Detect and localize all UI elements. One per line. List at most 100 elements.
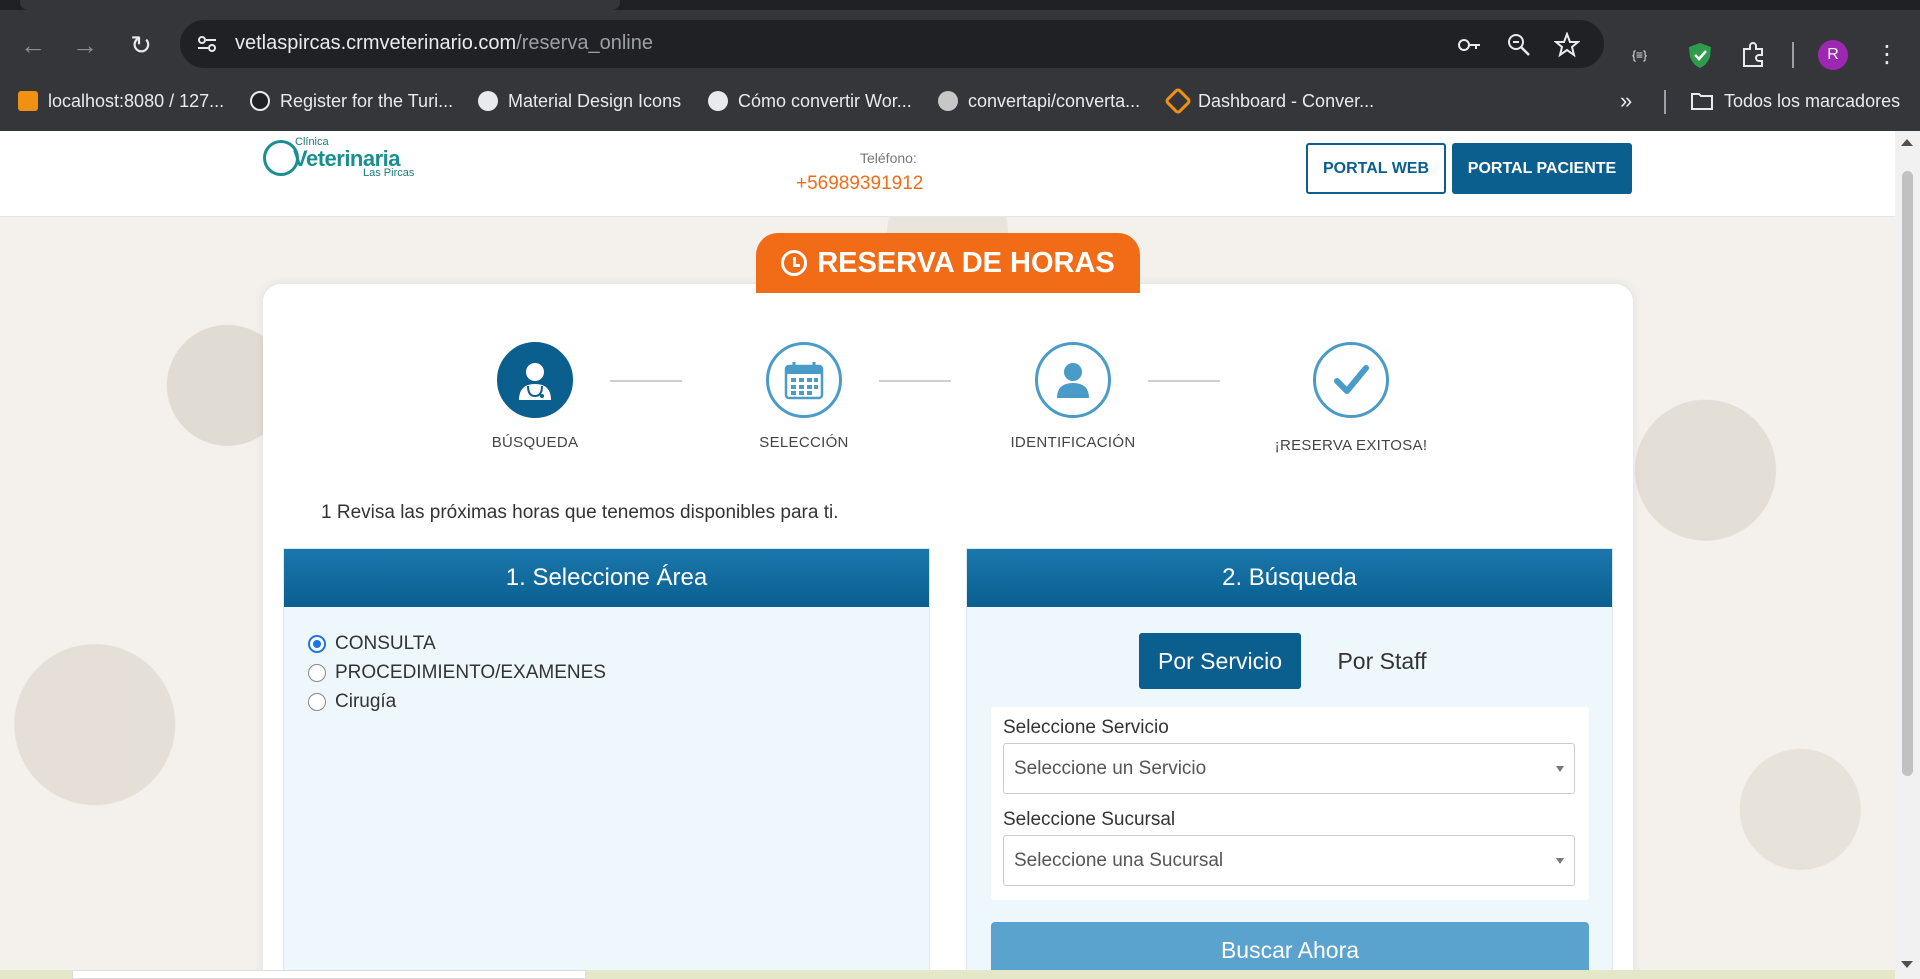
step-label: SELECCIÓN	[759, 434, 849, 451]
area-option-procedimiento[interactable]: PROCEDIMIENTO/EXAMENES	[308, 662, 606, 684]
area-option-consulta[interactable]: CONSULTA	[308, 633, 436, 655]
bookmark-label: Material Design Icons	[508, 90, 682, 111]
bookmarks-divider	[1664, 90, 1666, 114]
phone-number[interactable]: +56989391912	[796, 173, 923, 195]
zoom-icon[interactable]	[1506, 32, 1532, 58]
portal-paciente-button[interactable]: PORTAL PACIENTE	[1452, 143, 1632, 194]
user-icon	[1057, 363, 1089, 398]
bookmark-item[interactable]: Material Design Icons	[478, 84, 681, 118]
url-domain: vetlaspircas.crmveterinario.com	[235, 32, 517, 54]
page-scrollbar[interactable]	[1895, 131, 1920, 979]
bookmark-item[interactable]: localhost:8080 / 127...	[18, 84, 224, 118]
bookmark-label: Dashboard - Conver...	[1198, 90, 1375, 111]
bookmark-item[interactable]: Cómo convertir Wor...	[708, 84, 912, 118]
step-label: ¡RESERVA EXITOSA!	[1274, 437, 1428, 454]
site-header: Clínica Veterinaria Las Pircas Teléfono:…	[0, 131, 1895, 217]
folder-icon	[1691, 93, 1713, 110]
github-icon	[250, 91, 270, 111]
browser-toolbar: ← → ↻ vetlaspircas.crmveterinario.com/re…	[0, 10, 1920, 88]
url-path: /reserva_online	[516, 32, 653, 54]
bookmark-item[interactable]: Dashboard - Conver...	[1163, 84, 1375, 118]
step-connector	[1148, 380, 1220, 382]
forward-icon[interactable]: →	[70, 30, 100, 60]
tab-por-staff[interactable]: Por Staff	[1312, 633, 1452, 689]
phpmyadmin-icon	[18, 91, 38, 111]
portal-web-button[interactable]: PORTAL WEB	[1306, 143, 1446, 194]
profile-avatar[interactable]: R	[1818, 40, 1848, 70]
step-label: BÚSQUEDA	[491, 434, 579, 451]
convertapi-icon	[938, 91, 958, 111]
step-identificacion: IDENTIFICACIÓN	[973, 342, 1173, 451]
bookmark-label: convertapi/converta...	[968, 90, 1141, 111]
progress-steps: BÚSQUEDA SELECCIÓN IDENTIFICACIÓN ¡RESER…	[263, 284, 1633, 474]
site-info-icon[interactable]	[196, 33, 218, 55]
step-reserva-exitosa: ¡RESERVA EXITOSA!	[1251, 342, 1451, 454]
radio-label: CONSULTA	[335, 633, 436, 654]
logo-sub-text: Las Pircas	[363, 167, 415, 179]
toolbar-divider	[1792, 42, 1794, 68]
radio-button[interactable]	[308, 635, 326, 653]
search-panel: 2. Búsqueda Por Servicio Por Staff Selec…	[966, 548, 1613, 979]
search-form: Seleccione Servicio Seleccione un Servic…	[991, 707, 1589, 900]
scroll-thumb[interactable]	[1902, 171, 1913, 776]
step-circle	[1313, 342, 1389, 418]
step-circle	[497, 342, 573, 418]
extensions-puzzle-icon[interactable]	[1738, 40, 1768, 70]
bookmark-label: localhost:8080 / 127...	[48, 90, 225, 111]
bottom-popup-edge	[72, 970, 586, 979]
radio-button[interactable]	[308, 693, 326, 711]
bookmark-item[interactable]: convertapi/converta...	[938, 84, 1140, 118]
branch-label: Seleccione Sucursal	[1003, 809, 1176, 830]
radio-button[interactable]	[308, 664, 326, 682]
extension-shield-icon[interactable]	[1685, 40, 1715, 70]
browser-chrome: ← → ↻ vetlaspircas.crmveterinario.com/re…	[0, 0, 1920, 131]
globe-icon	[478, 91, 498, 111]
bookmark-star-icon[interactable]	[1554, 32, 1580, 58]
back-icon[interactable]: ←	[18, 30, 48, 60]
area-option-cirugia[interactable]: Cirugía	[308, 691, 396, 713]
branch-select[interactable]: Seleccione una Sucursal	[1003, 835, 1575, 886]
all-bookmarks-button[interactable]: Todos los marcadores	[1690, 84, 1900, 118]
search-panel-title: 2. Búsqueda	[967, 549, 1612, 607]
active-tab[interactable]	[20, 0, 620, 10]
step-label: IDENTIFICACIÓN	[1010, 434, 1136, 451]
all-bookmarks-label: Todos los marcadores	[1724, 90, 1901, 111]
intro-text: 1 Revisa las próximas horas que tenemos …	[321, 502, 839, 523]
doctor-icon	[519, 363, 551, 400]
reload-icon[interactable]: ↻	[126, 30, 156, 60]
dashboard-icon	[1163, 86, 1193, 116]
page-viewport: Clínica Veterinaria Las Pircas Teléfono:…	[0, 131, 1895, 979]
step-seleccion: SELECCIÓN	[704, 342, 904, 451]
extension-json-icon[interactable]: {≡}	[1632, 40, 1662, 70]
bookmark-label: Cómo convertir Wor...	[738, 90, 912, 111]
scroll-down-icon[interactable]	[1901, 961, 1913, 968]
bookmarks-bar: localhost:8080 / 127... Register for the…	[0, 84, 1920, 128]
scroll-up-icon[interactable]	[1901, 139, 1913, 146]
radio-label: Cirugía	[335, 691, 397, 712]
clock-icon	[781, 250, 808, 276]
globe-icon	[708, 91, 728, 111]
page-title-badge: RESERVA DE HORAS	[756, 233, 1140, 293]
password-key-icon[interactable]	[1456, 32, 1482, 58]
checkmark-icon	[1334, 365, 1369, 394]
area-panel-title: 1. Seleccione Área	[284, 549, 929, 607]
more-bookmarks-icon[interactable]: »	[1620, 84, 1632, 118]
step-busqueda: BÚSQUEDA	[435, 342, 635, 451]
bookmark-label: Register for the Turi...	[280, 90, 454, 111]
page-title: RESERVA DE HORAS	[817, 246, 1115, 279]
radio-label: PROCEDIMIENTO/EXAMENES	[335, 662, 606, 683]
browser-menu-icon[interactable]: ⋮	[1872, 40, 1902, 70]
clinic-logo[interactable]: Clínica Veterinaria Las Pircas	[263, 136, 418, 182]
address-bar[interactable]: vetlaspircas.crmveterinario.com/reserva_…	[180, 20, 1604, 68]
bookmark-item[interactable]: Register for the Turi...	[250, 84, 453, 118]
step-connector	[610, 380, 682, 382]
area-panel: 1. Seleccione Área CONSULTA PROCEDIMIENT…	[283, 548, 930, 979]
step-circle	[766, 342, 842, 418]
service-select[interactable]: Seleccione un Servicio	[1003, 743, 1575, 794]
phone-label: Teléfono:	[860, 150, 917, 166]
step-connector	[879, 380, 951, 382]
calendar-icon	[784, 362, 824, 400]
url-text[interactable]: vetlaspircas.crmveterinario.com/reserva_…	[235, 32, 653, 55]
service-label: Seleccione Servicio	[1003, 717, 1169, 738]
tab-por-servicio[interactable]: Por Servicio	[1139, 633, 1301, 689]
